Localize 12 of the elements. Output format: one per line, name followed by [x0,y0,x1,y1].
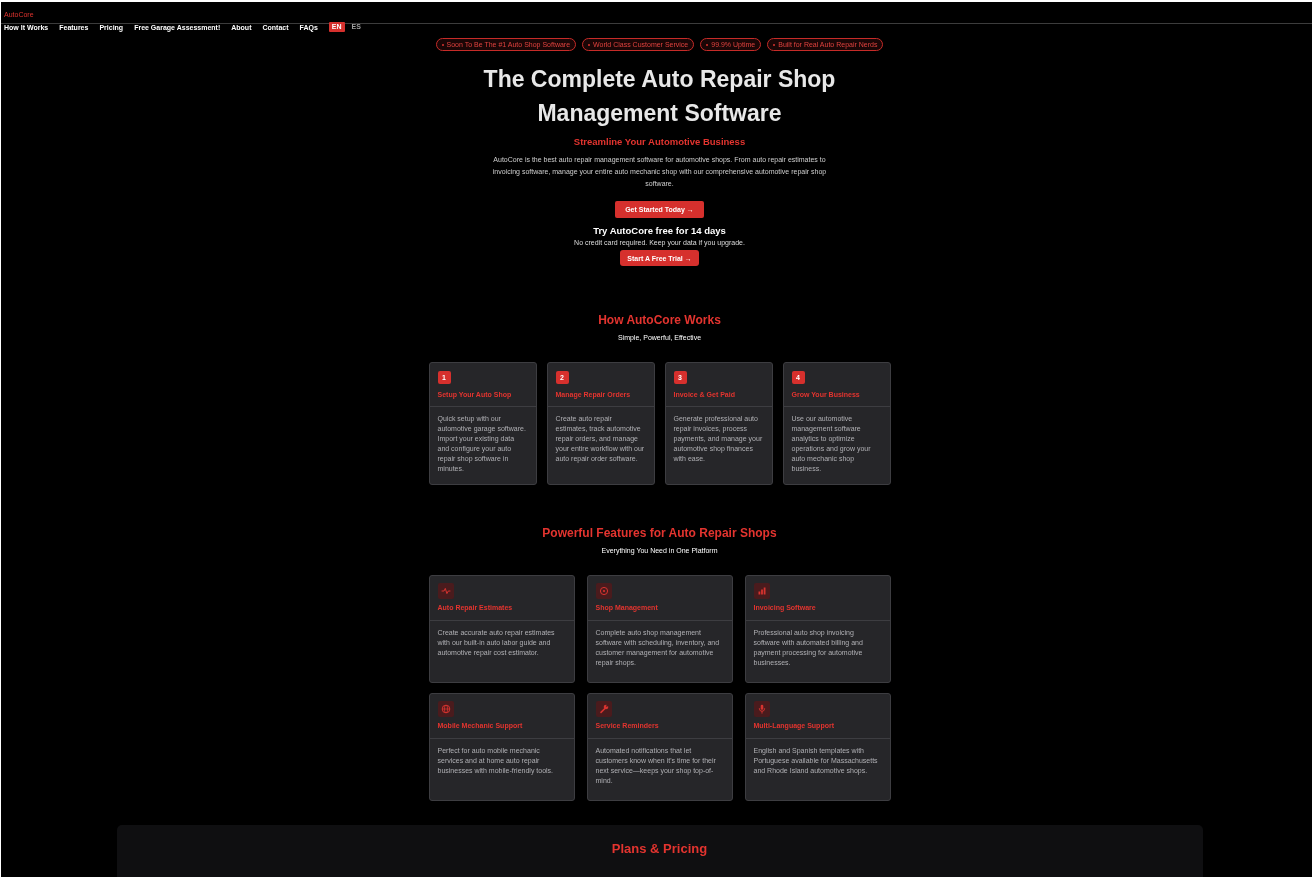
activity-icon [437,583,454,599]
hero-heading: The Complete Auto Repair Shop Management Software [482,65,837,128]
trial-heading: Try AutoCore free for 14 days [593,224,726,238]
globe-icon [437,701,454,717]
section-heading: How AutoCore Works [598,312,721,328]
wrench-icon [595,701,612,717]
target-icon [595,583,612,599]
microphone-icon [753,701,770,717]
hero-subheading: Streamline Your Automotive Business [573,135,746,149]
section-heading: Powerful Features for Auto Repair Shops [542,525,777,541]
bar-chart-icon [753,583,770,599]
section-heading: Plans & Pricing [611,841,708,858]
